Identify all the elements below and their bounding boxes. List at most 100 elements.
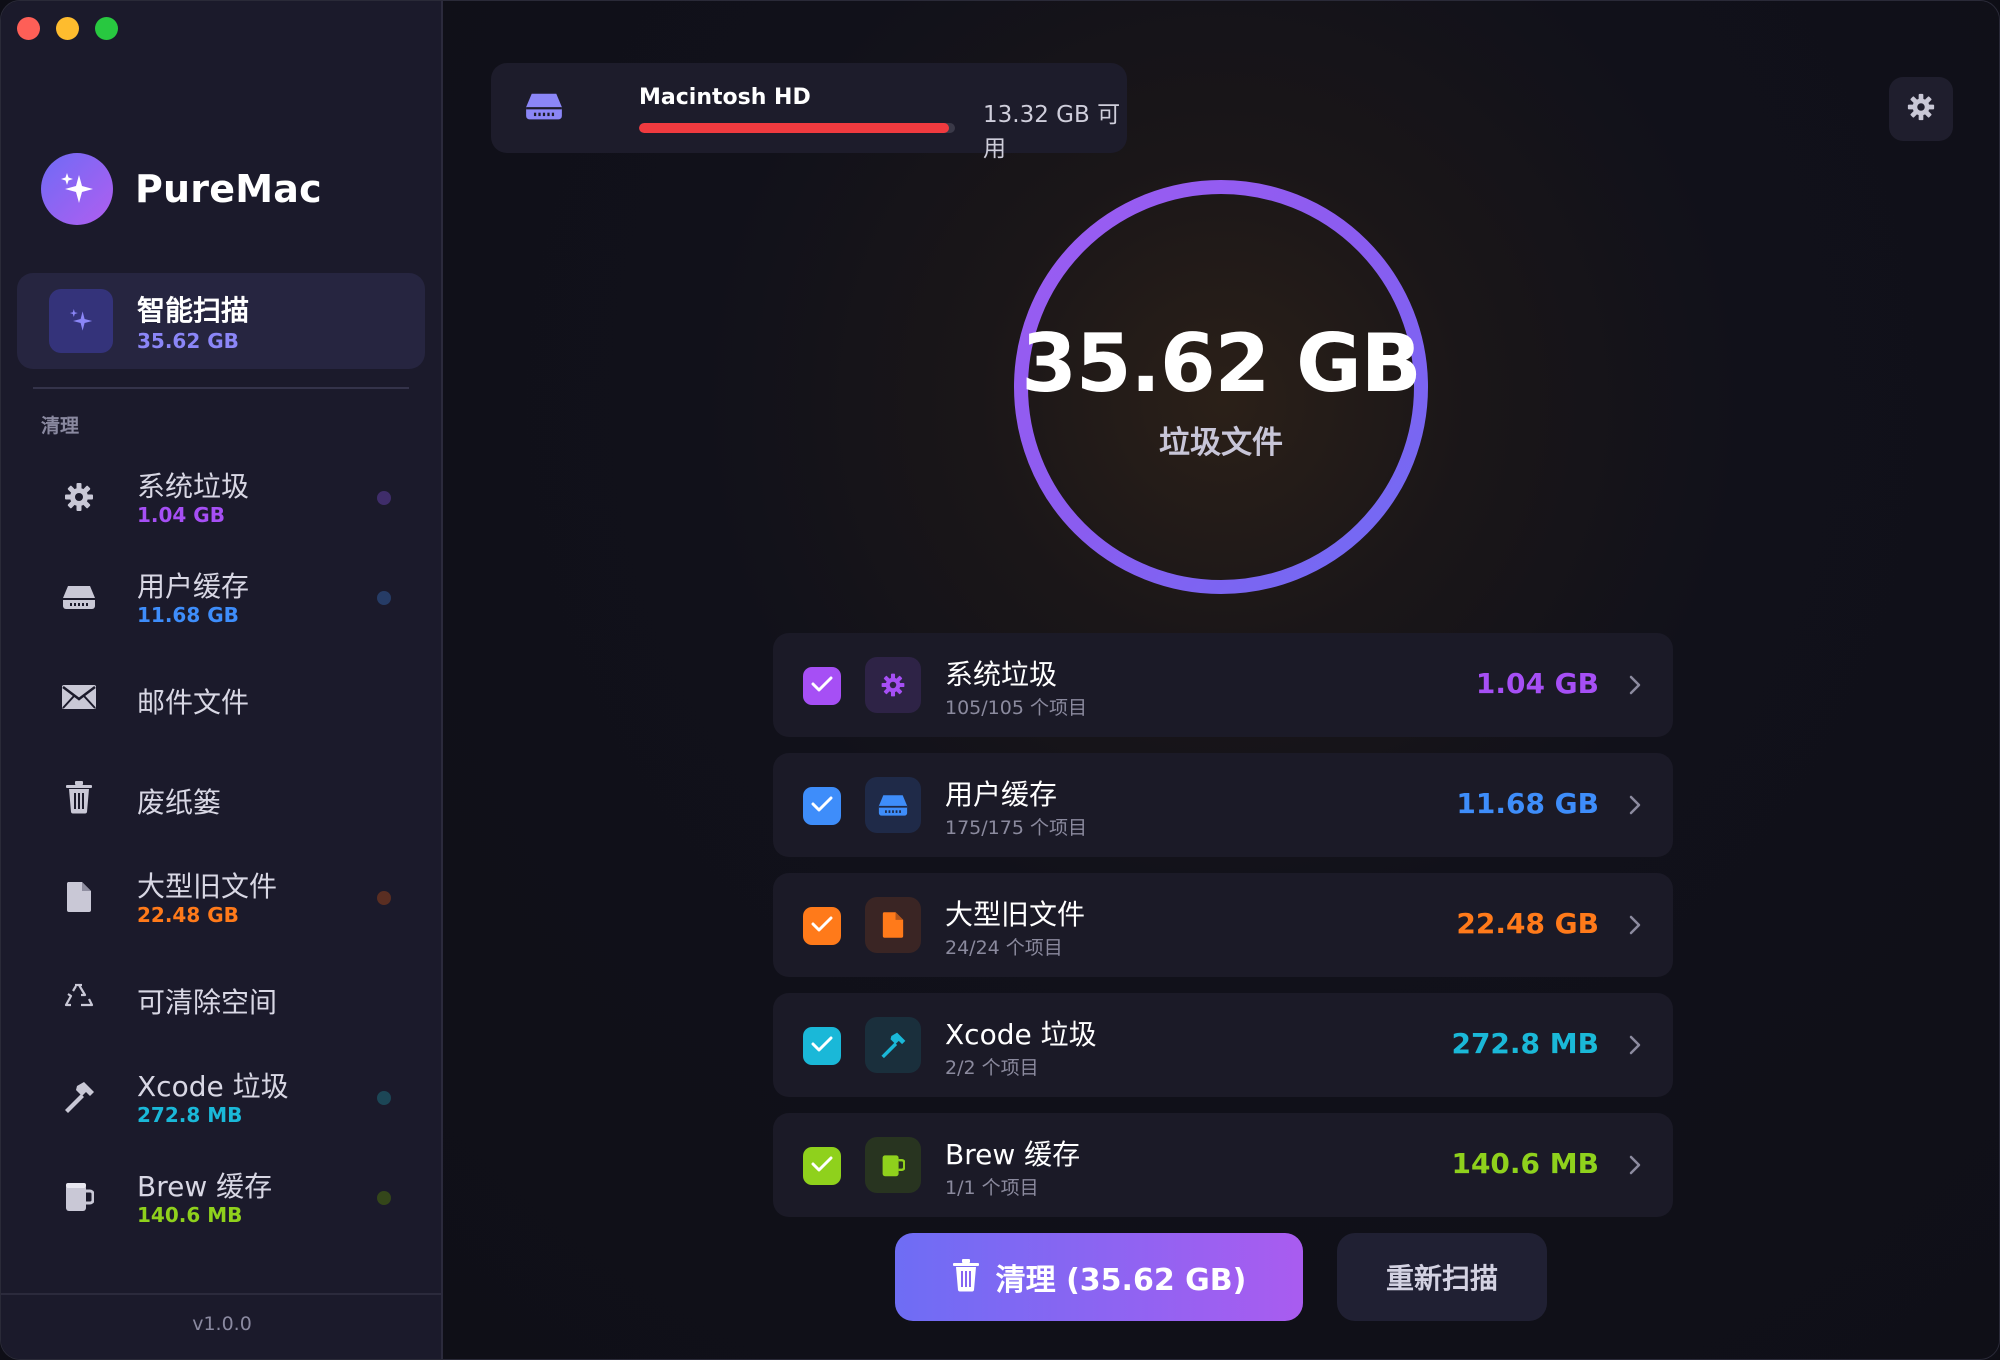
chevron-right-icon[interactable] (1623, 911, 1647, 939)
sidebar-item-system-junk[interactable]: 系统垃圾 1.04 GB (17, 451, 425, 543)
sidebar-item-trash[interactable]: 废纸篓 (17, 751, 425, 843)
drive-icon (865, 777, 921, 833)
sidebar-item-size: 1.04 GB (137, 503, 225, 527)
category-name: 大型旧文件 (945, 898, 1086, 931)
junk-total-label: 垃圾文件 (1159, 425, 1283, 461)
envelope-icon (61, 679, 97, 715)
status-dot (377, 1091, 391, 1105)
category-checkbox[interactable] (803, 667, 841, 705)
gear-icon (1906, 92, 1936, 126)
category-item-count: 2/2 个项目 (945, 1057, 1039, 1079)
disk-status-card: Macintosh HD 13.32 GB 可用 (491, 63, 1127, 162)
hammer-icon (865, 1017, 921, 1073)
sidebar-item-size: 140.6 MB (137, 1203, 243, 1227)
sidebar-item-mail[interactable]: 邮件文件 (17, 651, 425, 743)
disk-name: Macintosh HD (639, 85, 811, 110)
category-item-count: 105/105 个项目 (945, 697, 1087, 719)
document-icon (865, 897, 921, 953)
clean-button-label: 清理 (35.62 GB) (995, 1263, 1247, 1298)
app-name: PureMac (135, 167, 322, 211)
disk-usage-bar (639, 123, 955, 133)
sparkle-logo-icon (41, 153, 113, 225)
sidebar-item-large-old-files[interactable]: 大型旧文件 22.48 GB (17, 851, 425, 943)
section-label-clean: 清理 (41, 415, 80, 437)
sidebar: PureMac 智能扫描 35.62 GB 清理 系统垃圾 1.04 GB 用户… (1, 1, 443, 1359)
main-content: Macintosh HD 13.32 GB 可用 35.62 GB 垃圾文件 系… (443, 1, 1999, 1359)
chevron-right-icon[interactable] (1623, 1031, 1647, 1059)
settings-button[interactable] (1889, 77, 1953, 141)
category-name: 系统垃圾 (945, 658, 1058, 691)
recycle-icon (61, 979, 97, 1015)
category-checkbox[interactable] (803, 1147, 841, 1185)
status-dot (377, 891, 391, 905)
version-label: v1.0.0 (192, 1313, 252, 1335)
category-name: Xcode 垃圾 (945, 1018, 1097, 1051)
sparkle-icon (49, 289, 113, 353)
sidebar-item-size: 22.48 GB (137, 903, 239, 927)
category-item-count: 175/175 个项目 (945, 817, 1087, 839)
clean-button[interactable]: 清理 (35.62 GB) (895, 1233, 1303, 1321)
category-row-user-cache[interactable]: 用户缓存 175/175 个项目 11.68 GB (773, 753, 1673, 857)
checkmark-icon (811, 1035, 833, 1057)
mug-icon (61, 1179, 97, 1215)
close-window-button[interactable] (17, 17, 40, 40)
app-window: PureMac 智能扫描 35.62 GB 清理 系统垃圾 1.04 GB 用户… (0, 0, 2000, 1360)
drive-icon (525, 91, 563, 125)
checkmark-icon (811, 675, 833, 697)
status-dot (377, 591, 391, 605)
disk-usage-fill (639, 123, 949, 133)
sidebar-item-xcode-junk[interactable]: Xcode 垃圾 272.8 MB (17, 1051, 425, 1143)
trash-icon (61, 779, 97, 815)
zoom-window-button[interactable] (95, 17, 118, 40)
category-checkbox[interactable] (803, 1027, 841, 1065)
sidebar-item-label: 大型旧文件 (137, 870, 278, 903)
sidebar-item-label: 可清除空间 (137, 986, 278, 1019)
category-item-count: 24/24 个项目 (945, 937, 1063, 959)
category-row-brew-cache[interactable]: Brew 缓存 1/1 个项目 140.6 MB (773, 1113, 1673, 1217)
sidebar-item-label: Brew 缓存 (137, 1170, 273, 1203)
rescan-button[interactable]: 重新扫描 (1337, 1233, 1547, 1321)
checkmark-icon (811, 795, 833, 817)
mug-icon (865, 1137, 921, 1193)
gear-icon (61, 479, 97, 515)
junk-total-ring: 35.62 GB 垃圾文件 (1011, 177, 1431, 597)
category-row-xcode-junk[interactable]: Xcode 垃圾 2/2 个项目 272.8 MB (773, 993, 1673, 1097)
category-checkbox[interactable] (803, 907, 841, 945)
category-checkbox[interactable] (803, 787, 841, 825)
sidebar-item-size: 11.68 GB (137, 603, 239, 627)
sidebar-item-size: 272.8 MB (137, 1103, 243, 1127)
junk-total-value: 35.62 GB (1021, 317, 1422, 410)
minimize-window-button[interactable] (56, 17, 79, 40)
version-footer: v1.0.0 (1, 1293, 443, 1359)
smart-scan-label: 智能扫描 (137, 294, 250, 327)
checkmark-icon (811, 1155, 833, 1177)
window-controls (17, 17, 118, 40)
sidebar-item-label: Xcode 垃圾 (137, 1070, 289, 1103)
category-size: 272.8 MB (1451, 1027, 1599, 1060)
sidebar-divider (33, 387, 409, 389)
status-dot (377, 1191, 391, 1205)
category-item-count: 1/1 个项目 (945, 1177, 1039, 1199)
drive-icon (61, 579, 97, 615)
chevron-right-icon[interactable] (1623, 791, 1647, 819)
category-name: Brew 缓存 (945, 1138, 1081, 1171)
chevron-right-icon[interactable] (1623, 1151, 1647, 1179)
category-size: 140.6 MB (1451, 1147, 1599, 1180)
document-icon (61, 879, 97, 915)
disk-free-space: 13.32 GB 可用 (983, 102, 1121, 162)
category-row-system-junk[interactable]: 系统垃圾 105/105 个项目 1.04 GB (773, 633, 1673, 737)
sidebar-item-purgeable-space[interactable]: 可清除空间 (17, 951, 425, 1043)
sidebar-item-label: 用户缓存 (137, 570, 250, 603)
hammer-icon (61, 1079, 97, 1115)
sidebar-item-label: 系统垃圾 (137, 470, 250, 503)
category-size: 22.48 GB (1456, 907, 1599, 940)
sidebar-item-brew-cache[interactable]: Brew 缓存 140.6 MB (17, 1151, 425, 1243)
category-row-large-old-files[interactable]: 大型旧文件 24/24 个项目 22.48 GB (773, 873, 1673, 977)
sidebar-item-user-cache[interactable]: 用户缓存 11.68 GB (17, 551, 425, 643)
chevron-right-icon[interactable] (1623, 671, 1647, 699)
category-size: 1.04 GB (1475, 667, 1599, 700)
category-name: 用户缓存 (945, 778, 1058, 811)
sidebar-item-label: 废纸篓 (137, 786, 222, 819)
sidebar-item-smart-scan[interactable]: 智能扫描 35.62 GB (17, 273, 425, 369)
trash-icon (952, 1258, 980, 1296)
